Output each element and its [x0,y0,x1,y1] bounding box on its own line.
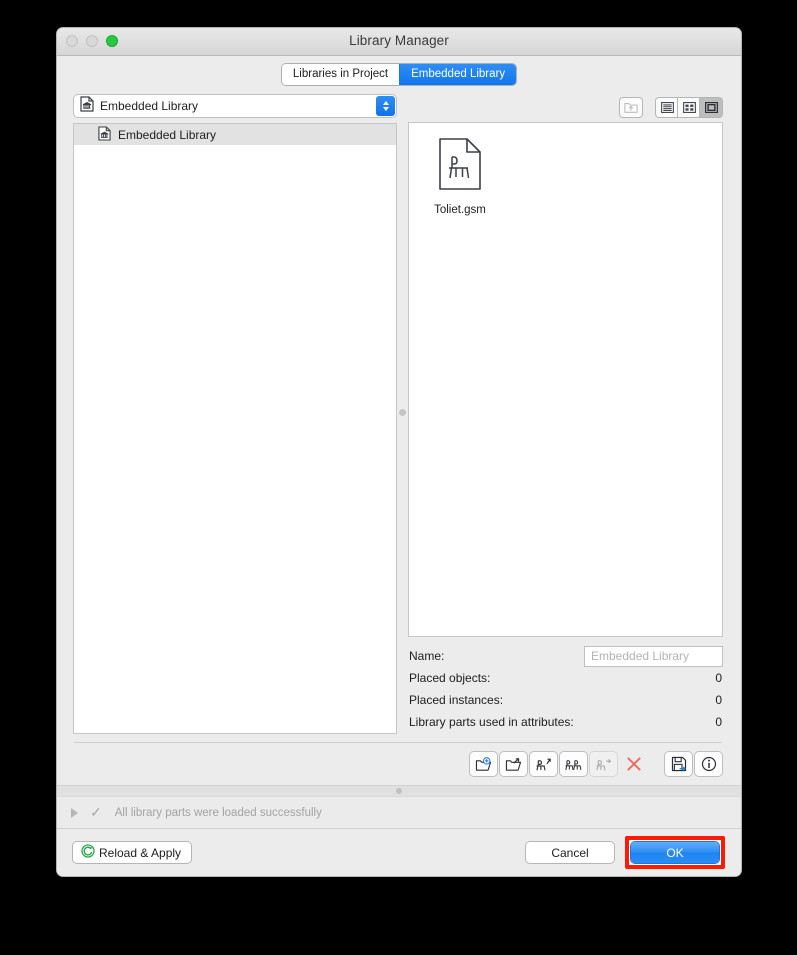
part-action-buttons [470,752,647,776]
grid-view-button[interactable] [678,98,700,117]
info-panel: Name: Embedded Library Placed objects: 0… [409,636,722,733]
footer-actions: Cancel OK [526,836,725,869]
parent-folder-button[interactable] [620,98,642,117]
status-splitter-handle[interactable] [396,788,402,794]
reload-and-apply-button[interactable]: Reload & Apply [73,842,192,863]
new-folder-button[interactable] [470,752,497,776]
export-folder-button[interactable] [500,752,527,776]
library-selector-value: Embedded Library [100,99,199,113]
list-item-label: Embedded Library [118,127,217,142]
status-bar[interactable]: ✓ All library parts were loaded successf… [57,796,741,829]
list-view-button[interactable] [656,98,678,117]
splitter-handle[interactable] [399,409,406,416]
parts-in-attributes-value: 0 [715,715,722,729]
info-button[interactable] [695,752,722,776]
chevron-updown-icon[interactable] [376,96,395,116]
tab-embedded-library[interactable]: Embedded Library [399,63,517,85]
gsm-part-document-icon [438,137,482,196]
placed-instances-row: Placed instances: 0 [409,689,722,711]
refresh-circle-icon [81,844,95,861]
name-row: Name: Embedded Library [409,645,722,667]
icon-view-button[interactable] [700,98,722,117]
file-item[interactable]: Toliet.gsm [423,137,497,216]
status-resize-strip[interactable] [57,785,741,796]
status-message: All library parts were loaded successful… [114,806,322,819]
name-label: Name: [409,649,445,663]
check-icon: ✓ [90,804,102,820]
action-toolbar [57,743,741,785]
pane-splitter[interactable] [396,92,409,733]
placed-instances-label: Placed instances: [409,693,504,707]
dialog-footer: Reload & Apply Cancel OK [57,829,741,876]
list-item[interactable]: Embedded Library [74,124,396,145]
view-toolbar [409,92,722,123]
main-body: Embedded Library Embedded Library Toliet… [57,92,741,733]
tab-bar: Libraries in Project Embedded Library [57,56,741,92]
left-pane: Embedded Library Embedded Library [57,92,396,733]
library-selector-popup[interactable]: Embedded Library [74,95,396,117]
move-library-part-button [590,752,617,776]
ok-button-highlight: OK [625,836,725,869]
right-pane: Toliet.gsm Name: Embedded Library Placed… [409,92,741,733]
placed-instances-value: 0 [715,693,722,707]
add-library-part-button[interactable] [530,752,557,776]
library-content-area[interactable]: Toliet.gsm [409,123,722,636]
parts-in-attributes-row: Library parts used in attributes: 0 [409,711,722,733]
placed-objects-label: Placed objects: [409,671,491,685]
ok-button[interactable]: OK [631,842,719,863]
library-manager-window: Library Manager Libraries in Project Emb… [57,28,741,876]
duplicate-library-part-button[interactable] [560,752,587,776]
name-input[interactable]: Embedded Library [585,646,722,666]
placed-objects-row: Placed objects: 0 [409,667,722,689]
save-as-button[interactable] [665,752,692,776]
utility-buttons [665,752,722,776]
delete-button[interactable] [620,752,647,776]
disclosure-triangle-icon[interactable] [71,807,78,818]
placed-objects-value: 0 [715,671,722,685]
tab-segmented-control: Libraries in Project Embedded Library [281,63,517,85]
tab-libraries-in-project[interactable]: Libraries in Project [281,63,400,85]
reload-and-apply-label: Reload & Apply [99,845,182,860]
library-document-icon [80,95,94,117]
parts-in-attributes-label: Library parts used in attributes: [409,715,574,729]
library-document-icon [98,125,111,144]
cancel-button[interactable]: Cancel [526,842,614,863]
file-item-label: Toliet.gsm [434,204,486,216]
library-list[interactable]: Embedded Library [74,124,396,733]
window-title: Library Manager [349,33,449,48]
window-titlebar[interactable]: Library Manager [57,28,741,56]
file-grid: Toliet.gsm [409,123,722,216]
